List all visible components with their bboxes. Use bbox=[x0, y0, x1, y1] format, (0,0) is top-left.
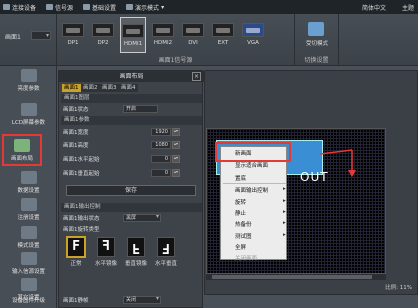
data-icon bbox=[20, 171, 37, 184]
rotation-normal-label: 正常 bbox=[70, 261, 82, 267]
rotation-normal[interactable]: F bbox=[67, 237, 85, 257]
signal-icon bbox=[46, 4, 54, 10]
settings-icon bbox=[83, 4, 91, 10]
menu-send-to-bottom[interactable]: 置底 bbox=[235, 174, 246, 182]
left-navigation: 亮度参数 LCD屏幕参数 画面布局 数据设置 注册设置 模式设置 输入信源设置 … bbox=[0, 66, 57, 308]
switch-group: 受切模式 切换设置 bbox=[295, 14, 339, 66]
source-group-label: 画面1信号源 bbox=[158, 57, 193, 64]
rotation-vmirror-label: 垂直镜像 bbox=[124, 261, 147, 267]
menu-fullscreen[interactable]: 全屏 bbox=[235, 243, 246, 251]
rotation-both-label: 水平垂直 bbox=[154, 261, 177, 267]
tab-screen3[interactable]: 画面3 bbox=[100, 84, 119, 92]
input-source-icon bbox=[20, 252, 37, 265]
hdmi-port-icon bbox=[122, 24, 144, 38]
layout-icon bbox=[14, 139, 30, 152]
width-input[interactable]: 1920 bbox=[151, 128, 171, 136]
switch-mode-label[interactable]: 受切模式 bbox=[295, 39, 339, 47]
signal-source-menu[interactable]: 信号源 bbox=[46, 3, 73, 12]
height-stepper[interactable]: ▴▾ bbox=[172, 141, 180, 149]
basic-settings-menu[interactable]: 基础设置 bbox=[83, 3, 116, 12]
nav-layout[interactable]: 画面布局 bbox=[2, 134, 42, 166]
source-dp2[interactable]: DP2 bbox=[90, 17, 116, 53]
menu-freeze[interactable]: 静止 bbox=[235, 209, 286, 217]
rotation-hmirror[interactable]: F bbox=[97, 237, 115, 257]
freeze-select[interactable]: 关闭 bbox=[123, 296, 161, 304]
status-bar: 比例: 11% bbox=[206, 283, 416, 292]
screen-select-label: 画面1 bbox=[5, 34, 21, 41]
dp-port-icon bbox=[92, 23, 114, 37]
save-button[interactable]: 保存 bbox=[66, 185, 196, 196]
annotation-arrow bbox=[320, 149, 356, 177]
rotation-vmirror[interactable]: F bbox=[127, 237, 145, 257]
close-icon[interactable]: × bbox=[192, 72, 201, 81]
hdmi-port-icon bbox=[152, 23, 174, 37]
menu-test-pattern[interactable]: 测试图 bbox=[235, 232, 284, 240]
menu-close-screen: 关闭画面 bbox=[235, 256, 258, 262]
menu-divider bbox=[223, 183, 286, 184]
menu-output-control[interactable]: 画面输出控制 bbox=[235, 186, 286, 194]
demo-mode-menu[interactable]: 演示模式 ▾ bbox=[126, 3, 164, 12]
source-hdmi2[interactable]: HDMI2 bbox=[150, 17, 176, 53]
nav-brightness[interactable]: 亮度参数 bbox=[0, 66, 57, 99]
source-dp1[interactable]: DP1 bbox=[60, 17, 86, 53]
hstart-input[interactable]: 0 bbox=[151, 155, 171, 163]
vstart-input[interactable]: 0 bbox=[151, 169, 171, 177]
source-ribbon: 画面1 ▾ DP1 DP2 HDMI1 HDMI2 DVI EXT VGA 画面… bbox=[0, 14, 418, 66]
nav-lcd-params[interactable]: LCD屏幕参数 bbox=[0, 100, 57, 133]
source-ext[interactable]: EXT bbox=[210, 17, 236, 53]
top-menu-bar: 连接设备 信号源 基础设置 演示模式 ▾ 简体中文 主题 bbox=[0, 0, 418, 14]
connect-icon bbox=[3, 4, 10, 10]
panel-title: 画面布局 bbox=[59, 71, 204, 82]
demo-icon bbox=[126, 4, 134, 10]
mode-icon bbox=[20, 226, 37, 239]
tab-screen2[interactable]: 画面2 bbox=[81, 84, 100, 92]
hstart-stepper[interactable]: ▴▾ bbox=[172, 155, 180, 163]
tab-screen1[interactable]: 画面1 bbox=[62, 84, 81, 92]
switch-mode-icon[interactable] bbox=[308, 22, 324, 36]
menu-rotate[interactable]: 旋转 bbox=[235, 198, 286, 206]
tab-screen4[interactable]: 画面4 bbox=[119, 84, 138, 92]
language-select[interactable]: 简体中文 bbox=[362, 3, 386, 12]
register-icon bbox=[20, 198, 37, 211]
source-hdmi1[interactable]: HDMI1 bbox=[120, 17, 146, 53]
section-layer: 画面1图层 bbox=[61, 94, 202, 103]
lcd-icon bbox=[20, 103, 37, 116]
source-dvi[interactable]: DVI bbox=[180, 17, 206, 53]
state-field[interactable]: 开启 bbox=[123, 105, 158, 113]
scrollbar-thumb[interactable] bbox=[212, 275, 372, 279]
vga-port-icon bbox=[242, 23, 264, 37]
height-input[interactable]: 1080 bbox=[151, 141, 171, 149]
other-settings-icon bbox=[20, 278, 37, 291]
layout-panel: 画面布局 × 画面1 画面2 画面3 画面4 画面1图层 画面1状态 开启 画面1… bbox=[58, 70, 204, 308]
dp-port-icon bbox=[62, 23, 84, 37]
screen-select-group: 画面1 ▾ bbox=[0, 14, 57, 66]
chevron-down-icon: ▾ bbox=[45, 32, 49, 39]
menu-hot-backup[interactable]: 热备份 bbox=[235, 220, 284, 228]
vstart-stepper[interactable]: ▴▾ bbox=[172, 169, 180, 177]
zoom-scale: 比例: 11% bbox=[385, 285, 412, 291]
nav-firmware[interactable]: 设备固件升级 bbox=[0, 292, 57, 308]
ext-port-icon bbox=[212, 23, 234, 37]
rotation-hmirror-label: 水平镜像 bbox=[94, 261, 117, 267]
switch-group-label: 切换设置 bbox=[304, 57, 329, 64]
brightness-icon bbox=[20, 69, 37, 82]
source-group: DP1 DP2 HDMI1 HDMI2 DVI EXT VGA 画面1信号源 bbox=[57, 14, 295, 66]
annotation-highlight-box bbox=[215, 142, 291, 162]
dvi-port-icon bbox=[182, 23, 204, 37]
row-state: 画面1状态 开启 bbox=[63, 104, 201, 114]
context-menu: 新画面 显示适合画面 置底 画面输出控制 旋转 静止 热备份 测试图 全屏 关闭… bbox=[220, 146, 287, 262]
screen-select-dropdown[interactable]: ▾ bbox=[31, 31, 51, 40]
theme-menu[interactable]: 主题 bbox=[402, 3, 414, 12]
source-vga[interactable]: VGA bbox=[240, 17, 266, 53]
connect-device-menu[interactable]: 连接设备 bbox=[3, 3, 36, 12]
section-params: 画面1参数 bbox=[61, 116, 202, 125]
menu-fit-screen[interactable]: 显示适合画面 bbox=[235, 161, 268, 169]
width-stepper[interactable]: ▴▾ bbox=[172, 128, 180, 136]
rotation-both[interactable]: F bbox=[157, 237, 175, 257]
section-output: 画面1输出控制 bbox=[61, 203, 202, 212]
output-state-select[interactable]: 黑屏 bbox=[123, 214, 161, 222]
